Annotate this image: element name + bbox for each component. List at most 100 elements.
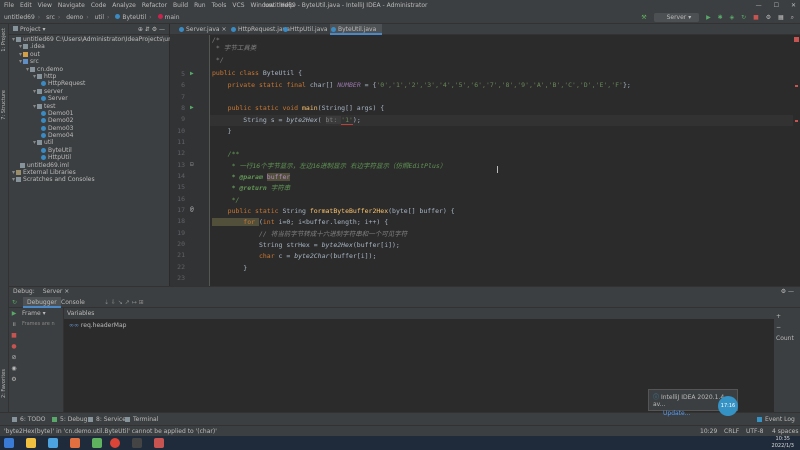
expand-arrow-icon[interactable]: ▾	[33, 139, 36, 146]
app-icon[interactable]	[70, 438, 80, 448]
code-editor[interactable]: /* * 字节工具类 */ public class ByteUtil { pr…	[210, 35, 793, 286]
tab-debugger[interactable]: Debugger	[23, 297, 61, 308]
resume-icon[interactable]: ▶	[9, 308, 19, 319]
menu-file[interactable]: File	[4, 2, 14, 9]
pause-icon[interactable]: ॥	[9, 319, 19, 330]
camera-icon[interactable]: ◉	[9, 363, 19, 374]
tree-item[interactable]: Demo02	[9, 117, 169, 124]
tab-server[interactable]: Server.java ×	[178, 24, 230, 35]
step-icons[interactable]: ⇣ ⇩ ↘ ↗ ↦ ⊞	[104, 297, 144, 308]
menu-code[interactable]: Code	[91, 2, 106, 9]
tree-item[interactable]: ▾ cn.demo	[9, 66, 169, 73]
variable-row[interactable]: ∞∞ req.headerMap	[64, 319, 774, 332]
maximize-button[interactable]: ☐	[774, 2, 779, 9]
stop-icon[interactable]: ■	[9, 330, 19, 341]
structure-icon[interactable]: ▦	[778, 14, 784, 21]
expand-arrow-icon[interactable]: ▾	[12, 176, 15, 183]
app-icon[interactable]	[48, 438, 58, 448]
error-stripe[interactable]	[795, 85, 798, 87]
tree-item[interactable]: ▾ test	[9, 103, 169, 110]
tree-item[interactable]: ▾ Scratches and Consoles	[9, 176, 169, 183]
debug-icon[interactable]: ✱	[718, 14, 723, 21]
breadcrumb-class[interactable]: ByteUtil ›	[115, 11, 152, 24]
profile-icon[interactable]: ↻	[741, 14, 746, 21]
tree-item[interactable]: untitled69.iml	[9, 162, 169, 169]
tree-item[interactable]: ▾ untitled69 C:\Users\Administrator\IdeaP…	[9, 36, 195, 43]
expand-arrow-icon[interactable]: ▾	[12, 169, 15, 176]
expand-arrow-icon[interactable]: ▾	[26, 66, 29, 73]
expand-arrow-icon[interactable]: ▾	[19, 43, 22, 50]
tree-item[interactable]: ▾ out	[9, 51, 169, 58]
stop-icon[interactable]: ■	[753, 14, 759, 21]
expand-arrow-icon[interactable]: ▾	[33, 103, 36, 110]
tree-item[interactable]: ▾ server	[9, 88, 169, 95]
menu-run[interactable]: Run	[194, 2, 206, 9]
breadcrumb-util[interactable]: util ›	[95, 11, 110, 24]
error-stripe[interactable]	[795, 120, 798, 122]
tab-byteutil[interactable]: ByteUtil.java ×	[330, 24, 382, 44]
expand-arrow-icon[interactable]: ▾	[33, 73, 36, 80]
tree-item[interactable]: Demo01	[9, 110, 169, 117]
breadcrumb-src[interactable]: src ›	[46, 11, 60, 24]
tab-httputil[interactable]: HttpUtil.java ×	[282, 24, 332, 44]
menu-view[interactable]: View	[38, 2, 52, 9]
app-icon[interactable]	[92, 438, 102, 448]
menu-edit[interactable]: Edit	[20, 2, 32, 9]
panel-settings-icon[interactable]: ⚙ —	[781, 287, 794, 297]
tree-item[interactable]: Demo04	[9, 132, 169, 139]
breadcrumb-method[interactable]: main	[157, 11, 180, 24]
expand-arrow-icon[interactable]: ▾	[19, 51, 22, 58]
coverage-icon[interactable]: ◈	[730, 14, 735, 21]
menu-analyze[interactable]: Analyze	[112, 2, 136, 9]
clock[interactable]: 10:35 2022/1/3	[772, 436, 794, 450]
menu-tools[interactable]: Tools	[212, 2, 227, 9]
intellij-icon[interactable]	[154, 438, 164, 448]
chrome-icon[interactable]	[110, 438, 120, 448]
favorites-tool-button[interactable]: 2: Favorites	[1, 369, 7, 398]
breakpoints-icon[interactable]: ●	[9, 341, 19, 352]
menu-refactor[interactable]: Refactor	[142, 2, 167, 9]
search-icon[interactable]: ⌕	[791, 14, 794, 21]
error-marker-icon[interactable]	[794, 37, 799, 42]
tab-console[interactable]: Console	[57, 297, 89, 308]
rerun-icon[interactable]: ↻	[12, 297, 17, 308]
fold-icon[interactable]: ⊟	[190, 161, 194, 168]
tree-item[interactable]: Server	[9, 95, 169, 102]
tree-item[interactable]: ▾ External Libraries	[9, 169, 169, 176]
debug-config-tab[interactable]: Server ×	[43, 288, 70, 295]
tree-item[interactable]: Demo03	[9, 125, 169, 132]
menu-build[interactable]: Build	[173, 2, 188, 9]
tree-item[interactable]: ▾ http	[9, 73, 169, 80]
remove-icon[interactable]: −	[776, 322, 798, 333]
close-button[interactable]: ✕	[791, 2, 796, 9]
tree-item[interactable]: ▾ .idea	[9, 43, 169, 50]
run-gutter-icon[interactable]: ▶	[190, 70, 194, 77]
breadcrumb-demo[interactable]: demo ›	[66, 11, 88, 24]
tree-item[interactable]: ▾ src	[9, 58, 169, 65]
annotation-icon[interactable]: @	[190, 206, 194, 213]
tree-item[interactable]: HttpUtil	[9, 154, 169, 161]
start-icon[interactable]	[4, 438, 14, 448]
run-gutter-icon[interactable]: ▶	[190, 104, 194, 111]
settings-icon[interactable]: ⚙	[9, 374, 19, 385]
structure-tool-button[interactable]: 7: Structure	[1, 90, 7, 120]
terminal-icon[interactable]	[132, 438, 142, 448]
tree-item[interactable]: ▾ util	[9, 139, 169, 146]
minimize-button[interactable]: —	[756, 2, 762, 9]
expand-arrow-icon[interactable]: ▾	[12, 36, 15, 43]
editor-scrollbar[interactable]	[793, 35, 800, 286]
project-tool-button[interactable]: 1: Project	[1, 28, 7, 52]
hammer-icon[interactable]: ⚒	[641, 14, 646, 21]
explorer-icon[interactable]	[26, 438, 36, 448]
run-config-select[interactable]: Server ▾	[653, 13, 700, 22]
mute-breakpoints-icon[interactable]: ⊘	[9, 352, 19, 363]
breadcrumb-project[interactable]: untitled69 ›	[4, 11, 40, 24]
panel-options-icon[interactable]: ⊕ ⇵ ⚙ —	[138, 24, 165, 35]
add-icon[interactable]: +	[776, 311, 798, 322]
expand-arrow-icon[interactable]: ▾	[19, 58, 22, 65]
tree-item[interactable]: HttpRequest	[9, 80, 169, 87]
tree-item[interactable]: ByteUtil	[9, 147, 169, 154]
settings-icon[interactable]: ⚙	[766, 14, 771, 21]
expand-arrow-icon[interactable]: ▾	[33, 88, 36, 95]
menu-vcs[interactable]: VCS	[232, 2, 244, 9]
